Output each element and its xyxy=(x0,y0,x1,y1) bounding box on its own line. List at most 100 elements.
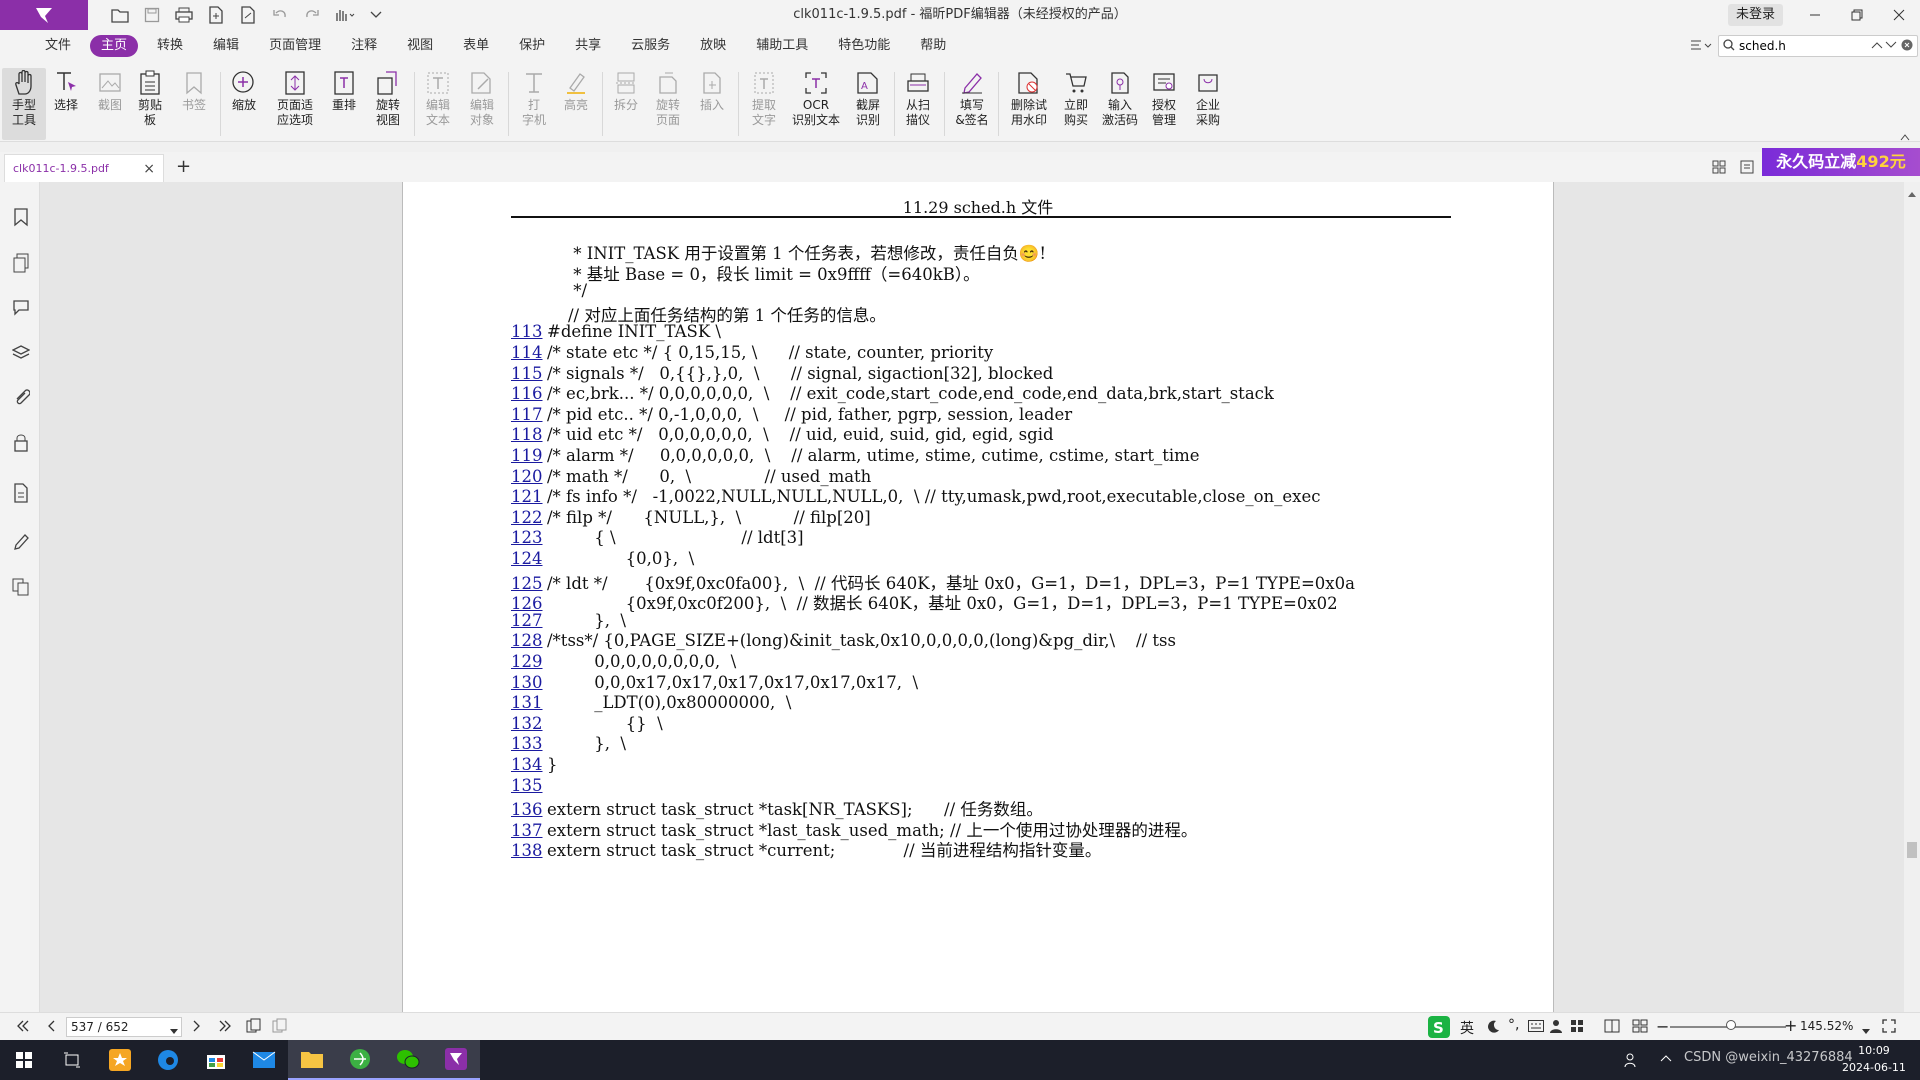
user-ime-icon[interactable] xyxy=(1550,1019,1562,1036)
people-icon[interactable] xyxy=(1624,1052,1640,1072)
app-logo[interactable] xyxy=(0,0,88,30)
collapse-ribbon-icon[interactable] xyxy=(1900,130,1910,144)
hand-dropdown-icon[interactable] xyxy=(328,0,360,30)
open-folder-icon[interactable] xyxy=(104,0,136,30)
search-field[interactable] xyxy=(1718,35,1918,57)
tab-comment[interactable]: 注释 xyxy=(340,35,388,57)
store-icon[interactable] xyxy=(192,1040,240,1080)
line-number-link[interactable]: 113 xyxy=(511,322,547,341)
foxit-pdf-taskbar-icon[interactable] xyxy=(432,1040,480,1080)
grid-view-icon[interactable] xyxy=(1712,160,1726,177)
tray-expand-icon[interactable] xyxy=(1660,1052,1672,1067)
license-button[interactable]: 授权 管理 xyxy=(1142,68,1186,128)
page-number-field[interactable]: 537 / 652 xyxy=(66,1017,182,1037)
tab-file[interactable]: 文件 xyxy=(34,35,82,57)
page-dropdown-icon[interactable] xyxy=(170,1024,178,1038)
search-input[interactable] xyxy=(1739,39,1839,53)
save-icon[interactable] xyxy=(136,0,168,30)
ocr-button[interactable]: OCR 识别文本 xyxy=(790,68,842,128)
browser-green-icon[interactable] xyxy=(336,1040,384,1080)
promo-banner[interactable]: 永久码立减492元 xyxy=(1762,148,1920,176)
attachments-panel-icon[interactable] xyxy=(10,386,32,408)
clipboard-button[interactable]: 剪贴 板 xyxy=(128,68,172,128)
reflow-button[interactable]: 重排 xyxy=(322,68,366,113)
split-button[interactable]: 拆分 xyxy=(604,68,648,113)
next-page-icon[interactable] xyxy=(192,1020,202,1035)
signature-panel-icon[interactable] xyxy=(10,530,32,552)
line-number-link[interactable]: 115 xyxy=(511,364,547,383)
zoom-out-icon[interactable]: − xyxy=(1656,1017,1669,1036)
bookmarks-panel-icon[interactable] xyxy=(10,206,32,228)
scroll-thumb[interactable] xyxy=(1907,842,1917,858)
keyboard-icon[interactable] xyxy=(1528,1020,1544,1035)
line-number-link[interactable]: 133 xyxy=(511,734,547,753)
line-number-link[interactable]: 114 xyxy=(511,343,547,362)
create-pdf-icon[interactable] xyxy=(200,0,232,30)
insert-button[interactable]: 插入 xyxy=(690,68,734,113)
customize-qat-icon[interactable] xyxy=(360,0,392,30)
restore-icon[interactable] xyxy=(1834,0,1880,30)
tab-accessibility[interactable]: 辅助工具 xyxy=(745,35,819,57)
line-number-link[interactable]: 129 xyxy=(511,652,547,671)
last-page-icon[interactable] xyxy=(218,1020,232,1035)
line-number-link[interactable]: 118 xyxy=(511,425,547,444)
ime-logo-icon[interactable]: S xyxy=(1428,1016,1450,1041)
content-panel-icon[interactable] xyxy=(10,482,32,504)
line-number-link[interactable]: 122 xyxy=(511,508,547,527)
double-page-view-icon[interactable] xyxy=(1632,1019,1648,1036)
line-number-link[interactable]: 138 xyxy=(511,841,547,860)
tab-protect[interactable]: 保护 xyxy=(508,35,556,57)
tab-convert[interactable]: 转换 xyxy=(146,35,194,57)
export-icon[interactable] xyxy=(232,0,264,30)
fullscreen-icon[interactable] xyxy=(1882,1019,1896,1036)
file-explorer-icon[interactable] xyxy=(288,1040,336,1080)
wechat-icon[interactable] xyxy=(384,1040,432,1080)
zoom-slider-handle[interactable] xyxy=(1726,1020,1736,1030)
tab-edit[interactable]: 编辑 xyxy=(202,35,250,57)
punctuation-icon[interactable]: °, xyxy=(1508,1017,1519,1033)
rotate-view-button[interactable]: 旋转 视图 xyxy=(366,68,410,128)
line-number-link[interactable]: 128 xyxy=(511,631,547,650)
scan-button[interactable]: 从扫 描仪 xyxy=(896,68,940,128)
search-options-icon[interactable] xyxy=(1690,38,1712,55)
compare-panel-icon[interactable] xyxy=(10,576,32,598)
prev-page-icon[interactable] xyxy=(46,1020,56,1035)
search-next-icon[interactable] xyxy=(1885,39,1897,53)
edge-icon[interactable] xyxy=(144,1040,192,1080)
document-tab[interactable]: clk011c-1.9.5.pdf × xyxy=(4,154,164,182)
tab-form[interactable]: 表单 xyxy=(452,35,500,57)
line-number-link[interactable]: 124 xyxy=(511,549,547,568)
first-page-icon[interactable] xyxy=(16,1020,30,1035)
comments-panel-icon[interactable] xyxy=(10,296,32,318)
tab-page-management[interactable]: 页面管理 xyxy=(258,35,332,57)
tab-view[interactable]: 视图 xyxy=(396,35,444,57)
app-star-icon[interactable] xyxy=(96,1040,144,1080)
security-panel-icon[interactable] xyxy=(10,432,32,454)
print-icon[interactable] xyxy=(168,0,200,30)
pdf-page[interactable]: 11.29 sched.h 文件 * INIT_TASK 用于设置第 1 个任务… xyxy=(402,182,1554,1012)
typewriter-button[interactable]: 打 字机 xyxy=(512,68,556,128)
new-tab-icon[interactable]: + xyxy=(176,156,191,177)
search-clear-icon[interactable] xyxy=(1901,39,1913,54)
zoom-dropdown-icon[interactable] xyxy=(1862,1024,1870,1038)
moon-icon[interactable] xyxy=(1486,1019,1500,1036)
bookmark-button[interactable]: 书签 xyxy=(172,68,216,113)
minimize-icon[interactable] xyxy=(1792,0,1838,30)
close-icon[interactable] xyxy=(1876,0,1920,30)
vertical-scrollbar[interactable] xyxy=(1904,182,1920,1012)
buy-now-button[interactable]: 立即 购买 xyxy=(1054,68,1098,128)
line-number-link[interactable]: 116 xyxy=(511,384,547,403)
line-number-link[interactable]: 117 xyxy=(511,405,547,424)
tab-cloud[interactable]: 云服务 xyxy=(620,35,681,57)
tab-share[interactable]: 共享 xyxy=(564,35,612,57)
zoom-button[interactable]: 缩放 xyxy=(222,68,266,113)
layers-panel-icon[interactable] xyxy=(10,342,32,364)
scroll-up-icon[interactable] xyxy=(1908,186,1916,200)
extract-text-button[interactable]: 提取 文字 xyxy=(742,68,786,128)
pages-panel-icon[interactable] xyxy=(10,252,32,274)
panel-toggle-icon[interactable] xyxy=(1740,160,1754,177)
close-tab-icon[interactable]: × xyxy=(143,161,155,177)
ime-grid-icon[interactable] xyxy=(1570,1019,1584,1036)
search-prev-icon[interactable] xyxy=(1871,39,1883,53)
fit-page-button[interactable]: 页面适 应选项 xyxy=(270,68,320,128)
